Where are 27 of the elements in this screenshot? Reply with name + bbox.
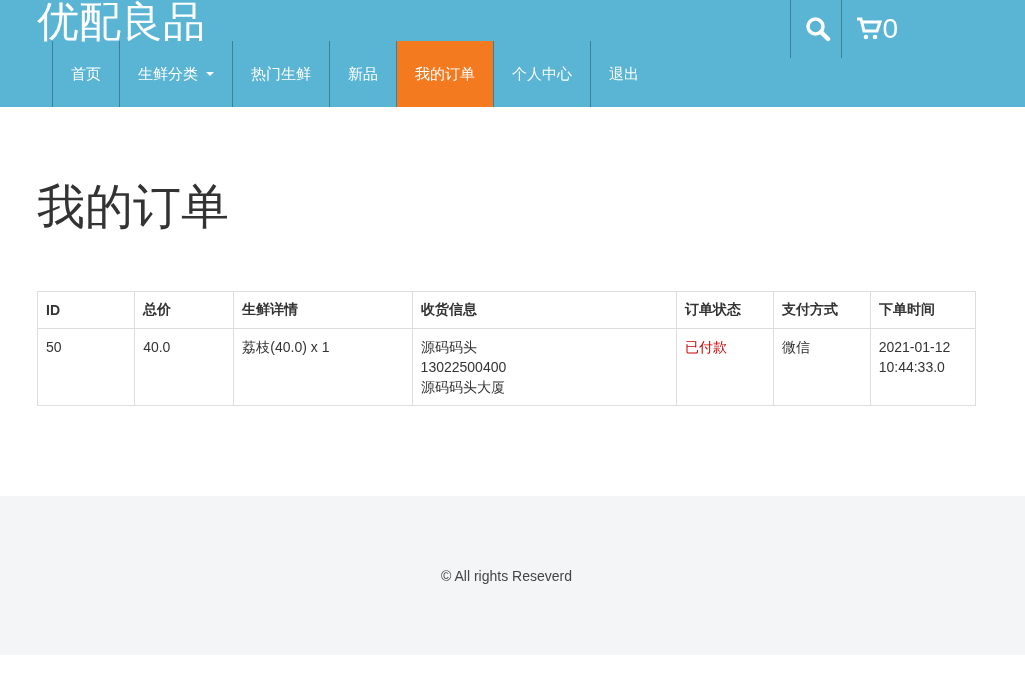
cell-text: 2021-01-12 10:44:33.0 <box>878 338 952 377</box>
column-header: ID <box>37 291 135 329</box>
column-header: 订单状态 <box>676 291 774 329</box>
cell-text: 源码码头 13022500400 源码码头大厦 <box>420 338 508 397</box>
cell-text: 40.0 <box>143 338 172 357</box>
cart-button[interactable]: 0 <box>841 0 908 58</box>
column-header: 下单时间 <box>870 291 976 329</box>
column-header: 总价 <box>134 291 234 329</box>
cell-text: 荔枝(40.0) x 1 <box>242 338 331 357</box>
cell-text: 微信 <box>781 338 811 357</box>
nav-link[interactable]: 生鲜分类 <box>119 41 232 107</box>
nav-link[interactable]: 热门生鲜 <box>232 41 329 107</box>
nav-link[interactable]: 个人中心 <box>493 41 590 107</box>
caret-icon <box>206 72 214 76</box>
column-header: 收货信息 <box>412 291 677 329</box>
page-title: 我的订单 <box>37 179 230 235</box>
site-logo[interactable]: 优配良品 <box>37 0 205 41</box>
status-text: 已付款 <box>684 338 728 357</box>
column-header: 生鲜详情 <box>233 291 413 329</box>
column-header: 支付方式 <box>773 291 871 329</box>
cell-text: 50 <box>46 338 63 357</box>
nav-link[interactable]: 我的订单 <box>396 41 493 107</box>
copyright-text: © All rights Reseverd <box>441 567 572 584</box>
cart-icon <box>856 17 883 41</box>
nav-link[interactable]: 首页 <box>52 41 119 107</box>
search-icon <box>805 16 832 42</box>
nav-link[interactable]: 退出 <box>590 41 657 107</box>
